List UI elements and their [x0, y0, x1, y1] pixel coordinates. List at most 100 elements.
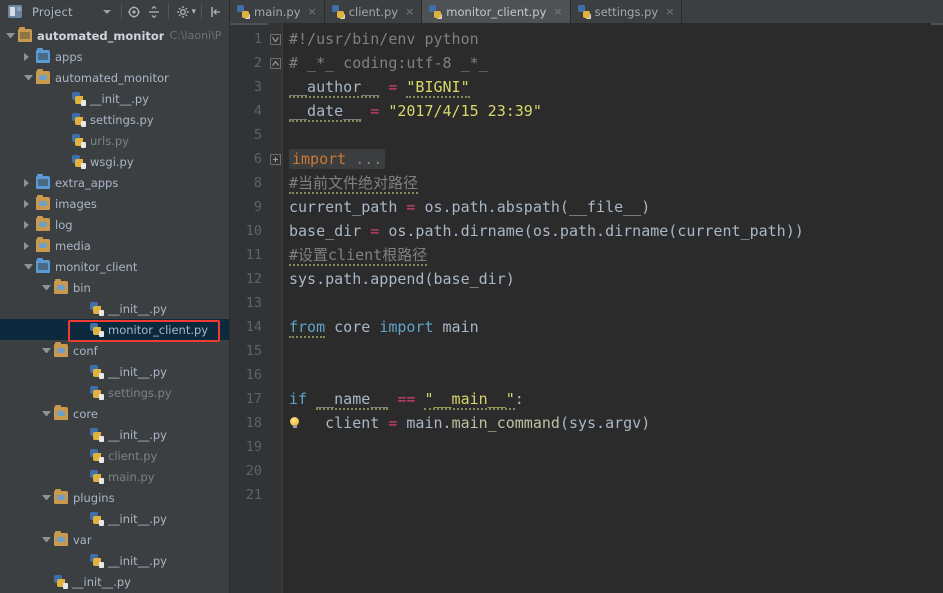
tree-item--init-py[interactable]: __init__.py: [0, 361, 229, 382]
tree-item-apps[interactable]: apps: [0, 46, 229, 67]
line-number: 9: [253, 199, 262, 215]
tree-item-main-py[interactable]: main.py: [0, 466, 229, 487]
project-tree[interactable]: automated_monitor C:\laoni\P apps automated…: [0, 23, 230, 593]
code-line[interactable]: # _*_ coding:utf-8 _*_: [283, 51, 931, 75]
tree-item-client-py[interactable]: client.py: [0, 445, 229, 466]
tree-arrow-expanded-icon[interactable]: [42, 495, 51, 500]
tree-item--init-py[interactable]: __init__.py: [0, 508, 229, 529]
gear-dropdown-caret-icon[interactable]: ▾: [191, 7, 196, 17]
code-line[interactable]: [283, 435, 931, 459]
tab-client-py[interactable]: client.py ×: [324, 0, 423, 23]
tree-item-monitor-client-py[interactable]: monitor_client.py: [0, 319, 229, 340]
code-line[interactable]: [283, 123, 931, 147]
code-line[interactable]: #!/usr/bin/env python: [283, 27, 931, 51]
code-line[interactable]: [283, 459, 931, 483]
tree-item--init-py[interactable]: __init__.py: [0, 88, 229, 109]
tree-item-media[interactable]: media: [0, 235, 229, 256]
locate-in-tree-icon[interactable]: [125, 2, 143, 21]
code-line[interactable]: sys.path.append(base_dir): [283, 267, 931, 291]
code-line[interactable]: [283, 291, 931, 315]
chevron-down-icon[interactable]: [103, 9, 112, 14]
tree-arrow-expanded-icon[interactable]: [42, 348, 51, 353]
code-line[interactable]: base_dir = os.path.dirname(os.path.dirna…: [283, 219, 931, 243]
tree-item-label: automated_monitor: [55, 70, 169, 85]
tree-item-label: __init__.py: [108, 553, 167, 568]
tree-arrow-expanded-icon[interactable]: [24, 75, 33, 80]
tree-item-label: __init__.py: [108, 364, 167, 379]
tree-item-monitor-client[interactable]: monitor_client: [0, 256, 229, 277]
code-line[interactable]: client = main.main_command(sys.argv): [283, 411, 931, 435]
tree-arrow-collapsed-icon[interactable]: [24, 52, 33, 61]
code-line[interactable]: #设置client根路径: [283, 243, 931, 267]
tree-item-var[interactable]: var: [0, 529, 229, 550]
tab-close-icon[interactable]: ×: [553, 5, 562, 18]
tree-item-plugins[interactable]: plugins: [0, 487, 229, 508]
fold-marker-line-2[interactable]: [268, 51, 282, 75]
line-number: 3: [253, 79, 262, 95]
tree-item-bin[interactable]: bin: [0, 277, 229, 298]
line-number: 1: [253, 31, 262, 47]
tab-main-py[interactable]: main.py ×: [230, 0, 325, 23]
tree-item--init-py[interactable]: __init__.py: [0, 424, 229, 445]
module-folder-icon: [36, 216, 50, 231]
code-line[interactable]: [283, 339, 931, 363]
fold-marker-line-1[interactable]: [268, 27, 282, 51]
project-panel-tab[interactable]: Project: [0, 0, 103, 23]
code-line[interactable]: import ...: [283, 147, 931, 171]
tree-item-automated-monitor[interactable]: automated_monitor C:\laoni\P: [0, 25, 229, 46]
tab-monitor-client-py[interactable]: monitor_client.py ×: [422, 0, 571, 23]
code-line[interactable]: from core import main: [283, 315, 931, 339]
tree-item--init-py[interactable]: __init__.py: [0, 550, 229, 571]
tree-item-label: bin: [73, 280, 91, 295]
tree-item-label: urls.py: [90, 133, 129, 148]
code-editor[interactable]: 1 2 3 4 5 6 8 9 10 11 12 13 14 15 16 17 18 19 20 21: [230, 23, 943, 593]
code-line[interactable]: [283, 363, 931, 387]
tree-item-conf[interactable]: conf: [0, 340, 229, 361]
python-file-icon: [429, 5, 443, 19]
tree-arrow-expanded-icon[interactable]: [6, 33, 15, 38]
hide-panel-icon[interactable]: [207, 2, 225, 21]
tree-item-label: main.py: [108, 469, 155, 484]
code-fold-gutter[interactable]: [268, 23, 282, 593]
tree-item-images[interactable]: images: [0, 193, 229, 214]
tree-item-wsgi-py[interactable]: wsgi.py: [0, 151, 229, 172]
tab-close-icon[interactable]: ×: [665, 5, 674, 18]
tree-arrow-expanded-icon[interactable]: [42, 411, 51, 416]
tab-close-icon[interactable]: ×: [405, 5, 414, 18]
tree-arrow-expanded-icon[interactable]: [24, 264, 33, 269]
collapse-all-icon[interactable]: [145, 2, 163, 21]
main-body: automated_monitor C:\laoni\P apps automated…: [0, 23, 943, 593]
tree-arrow-collapsed-icon[interactable]: [24, 241, 33, 250]
tree-item-core[interactable]: core: [0, 403, 229, 424]
tree-item--init-py[interactable]: __init__.py: [0, 571, 229, 592]
code-line[interactable]: __author__ = "BIGNI": [283, 75, 931, 99]
code-line[interactable]: #当前文件绝对路径: [283, 171, 931, 195]
code-line[interactable]: current_path = os.path.abspath(__file__): [283, 195, 931, 219]
tree-item--init-py[interactable]: __init__.py: [0, 298, 229, 319]
tree-arrow-collapsed-icon[interactable]: [24, 220, 33, 229]
tree-item-automated-monitor[interactable]: automated_monitor: [0, 67, 229, 88]
tab-close-icon[interactable]: ×: [308, 5, 317, 18]
code-line[interactable]: __date__ = "2017/4/15 23:39": [283, 99, 931, 123]
tree-arrow-collapsed-icon[interactable]: [24, 199, 33, 208]
tree-item-label: settings.py: [108, 385, 172, 400]
code-content[interactable]: #!/usr/bin/env python # _*_ coding:utf-8 …: [282, 23, 931, 593]
tree-arrow-collapsed-icon[interactable]: [24, 178, 33, 187]
tree-arrow-expanded-icon[interactable]: [42, 285, 51, 290]
code-line[interactable]: if __name__ == "__main__":: [283, 387, 931, 411]
settings-gear-icon[interactable]: [174, 2, 192, 21]
tree-arrow-expanded-icon[interactable]: [42, 537, 51, 542]
editor-right-gutter: [931, 23, 943, 593]
tab-settings-py[interactable]: settings.py ×: [570, 0, 683, 23]
tree-item-log[interactable]: log: [0, 214, 229, 235]
tree-item-urls-py[interactable]: urls.py: [0, 130, 229, 151]
intention-lightbulb-icon[interactable]: [289, 417, 300, 428]
fold-marker-line-6-expand[interactable]: [268, 147, 282, 171]
tree-item-settings-py[interactable]: settings.py: [0, 382, 229, 403]
code-line[interactable]: [283, 483, 931, 507]
python-file-icon: [90, 364, 104, 379]
tree-item-extra-apps[interactable]: extra_apps: [0, 172, 229, 193]
tree-item-settings-py[interactable]: settings.py: [0, 109, 229, 130]
project-panel-icon: [8, 5, 22, 18]
tree-item-label: plugins: [73, 490, 115, 505]
